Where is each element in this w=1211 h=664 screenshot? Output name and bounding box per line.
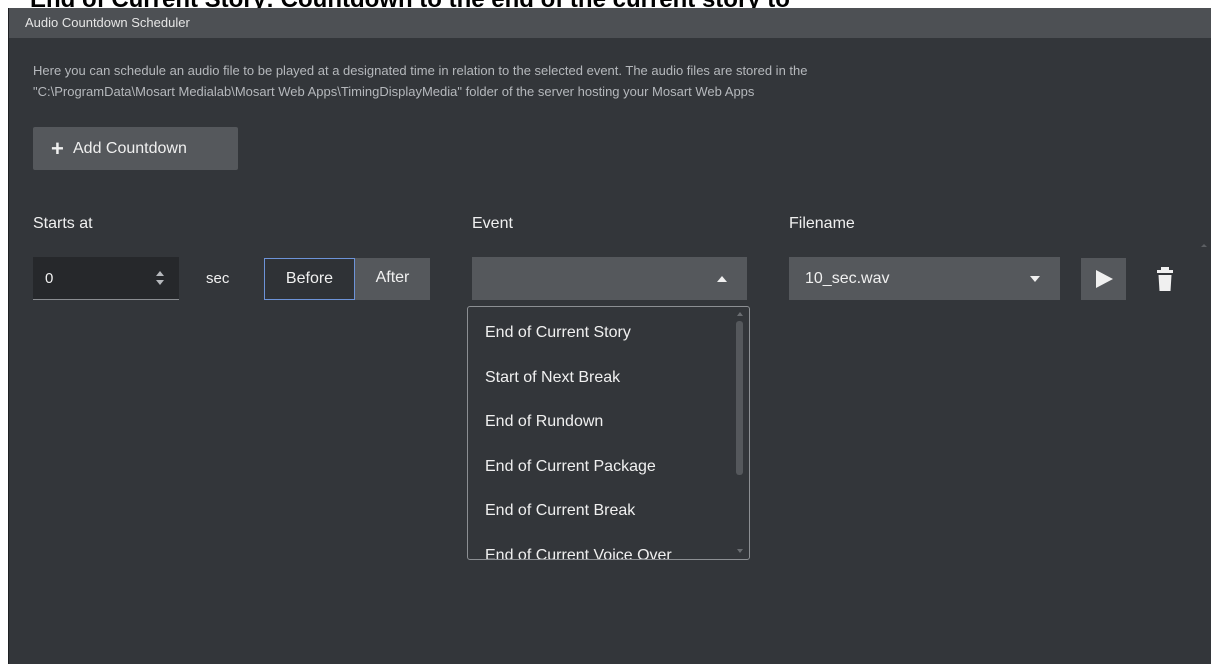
delete-button[interactable] [1150, 263, 1180, 295]
page-scroll-up-arrow-icon[interactable] [1201, 244, 1207, 247]
event-select[interactable] [472, 257, 747, 300]
filename-select-value: 10_sec.wav [805, 270, 890, 287]
dropdown-option-start-of-next-break[interactable]: Start of Next Break [468, 356, 749, 401]
dropdown-scroll-down-icon[interactable] [737, 549, 743, 553]
seconds-unit-label: sec [206, 270, 230, 287]
dropdown-option-end-of-rundown[interactable]: End of Rundown [468, 400, 749, 445]
spinner-arrows-icon[interactable] [155, 269, 165, 287]
dropdown-option-end-of-current-package[interactable]: End of Current Package [468, 445, 749, 490]
filename-select[interactable]: 10_sec.wav [789, 257, 1060, 300]
overlay-caption-text: End of Current Story: Countdown to the e… [30, 0, 1030, 8]
before-toggle-button[interactable]: Before [264, 258, 355, 300]
add-countdown-button[interactable]: + Add Countdown [33, 127, 238, 170]
play-icon [1096, 270, 1113, 288]
panel-title: Audio Countdown Scheduler [9, 8, 1211, 38]
description-line-1: Here you can schedule an audio file to b… [33, 63, 808, 78]
dropdown-option-end-of-current-story[interactable]: End of Current Story [468, 311, 749, 356]
event-dropdown-menu: End of Current Story Start of Next Break… [467, 306, 750, 560]
starts-at-input[interactable]: 0 [33, 257, 179, 300]
description: Here you can schedule an audio file to b… [33, 60, 1183, 102]
dropdown-option-end-of-current-voice-over[interactable]: End of Current Voice Over [468, 534, 749, 560]
filename-header: Filename [789, 215, 855, 232]
chevron-up-icon [717, 276, 727, 282]
dropdown-scrollbar[interactable] [736, 321, 743, 475]
chevron-down-icon [1030, 276, 1040, 282]
dropdown-option-end-of-current-break[interactable]: End of Current Break [468, 489, 749, 534]
audio-countdown-scheduler-panel: Audio Countdown Scheduler Here you can s… [8, 8, 1211, 664]
after-toggle-button[interactable]: After [355, 258, 430, 300]
description-line-2: "C:\ProgramData\Mosart Medialab\Mosart W… [33, 84, 755, 99]
starts-at-header: Starts at [33, 215, 93, 232]
dropdown-scroll-up-icon[interactable] [737, 312, 743, 316]
trash-icon [1157, 267, 1173, 291]
plus-icon: + [51, 136, 64, 161]
event-header: Event [472, 215, 513, 232]
starts-at-value: 0 [45, 270, 54, 287]
add-countdown-label: Add Countdown [73, 140, 187, 157]
play-button[interactable] [1081, 258, 1126, 300]
